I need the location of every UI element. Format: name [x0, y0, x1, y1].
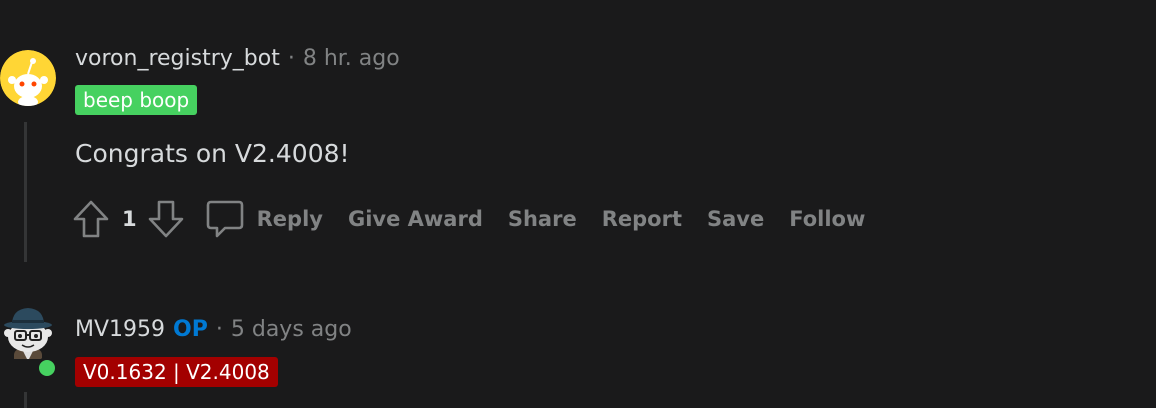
bot-avatar[interactable]	[0, 50, 56, 106]
online-status-indicator	[36, 357, 58, 379]
comment-meta: voron_registry_bot · 8 hr. ago	[75, 46, 400, 71]
vote-count: 1	[122, 207, 137, 231]
arrow-up-icon	[73, 200, 109, 238]
comment-actions: 1 Reply Give Award Share Report Save Fol…	[72, 199, 890, 239]
reply-icon-button[interactable]	[205, 199, 245, 239]
downvote-button[interactable]	[147, 199, 185, 239]
username[interactable]: voron_registry_bot	[75, 46, 280, 71]
reply-button[interactable]: Reply	[257, 207, 323, 231]
give-award-button[interactable]: Give Award	[348, 207, 483, 231]
separator-dot: ·	[287, 46, 295, 71]
op-badge: OP	[173, 317, 208, 342]
comment-thread: voron_registry_bot · 8 hr. ago beep boop…	[0, 0, 1156, 408]
user-avatar[interactable]	[0, 303, 56, 359]
timestamp[interactable]: 5 days ago	[231, 317, 352, 342]
thread-line[interactable]	[24, 392, 27, 408]
username[interactable]: MV1959	[75, 317, 165, 342]
follow-button[interactable]: Follow	[789, 207, 865, 231]
share-button[interactable]: Share	[508, 207, 577, 231]
upvote-button[interactable]	[72, 199, 110, 239]
timestamp[interactable]: 8 hr. ago	[303, 46, 400, 71]
separator-dot: ·	[215, 317, 223, 342]
comment-body: Congrats on V2.4008!	[75, 139, 350, 168]
arrow-down-icon	[148, 200, 183, 238]
snoo-detective-icon	[4, 308, 52, 359]
speech-bubble-icon	[206, 200, 243, 238]
report-button[interactable]: Report	[602, 207, 682, 231]
comment-meta: MV1959 OP · 5 days ago	[75, 317, 352, 342]
user-flair: beep boop	[75, 85, 198, 115]
thread-line[interactable]	[24, 122, 27, 262]
snoo-robot-icon	[0, 50, 56, 106]
user-flair: V0.1632 | V2.4008	[75, 357, 278, 387]
save-button[interactable]: Save	[707, 207, 764, 231]
